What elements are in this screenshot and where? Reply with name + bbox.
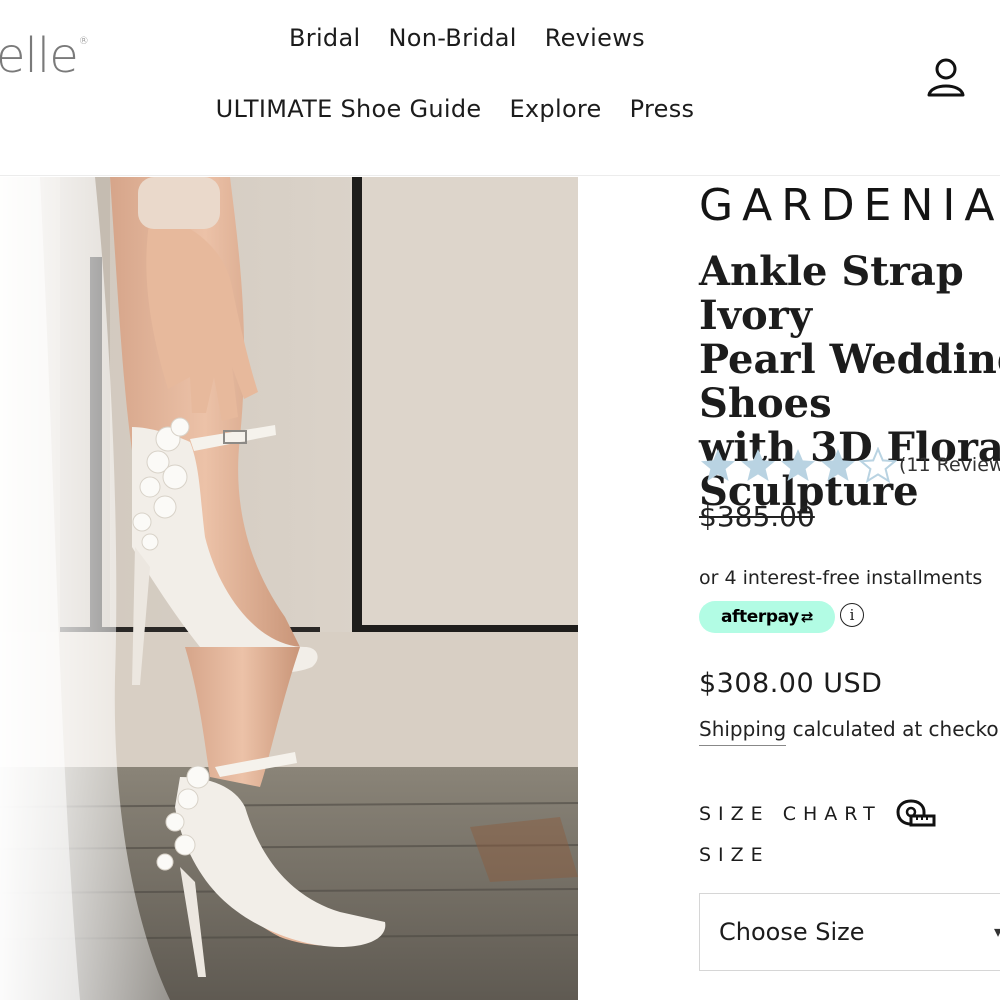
star-filled-icon[interactable] <box>779 447 817 483</box>
info-icon[interactable]: i <box>840 603 864 627</box>
product-brand: GARDENIA <box>699 180 1000 231</box>
nav-link-press[interactable]: Press <box>630 95 695 123</box>
rating-stars[interactable] <box>699 447 897 483</box>
main-nav-primary: Bridal Non-Bridal Reviews <box>0 24 967 52</box>
nav-link-explore[interactable]: Explore <box>509 95 601 123</box>
size-select[interactable]: Choose Size ▾ <box>699 893 1000 971</box>
shipping-link[interactable]: Shipping <box>699 717 787 746</box>
site-header: elle® Bridal Non-Bridal Reviews ULTIMATE… <box>0 0 1000 176</box>
size-select-value: Choose Size <box>719 918 865 946</box>
nav-link-non-bridal[interactable]: Non-Bridal <box>388 24 516 52</box>
star-filled-icon[interactable] <box>699 447 737 483</box>
star-filled-icon[interactable] <box>819 447 857 483</box>
nav-link-shoe-guide[interactable]: ULTIMATE Shoe Guide <box>216 95 482 123</box>
afterpay-label: afterpay <box>720 607 799 627</box>
compare-at-price: $385.00 <box>699 500 815 533</box>
user-icon[interactable] <box>924 55 968 99</box>
shipping-note-text: calculated at checkout <box>786 717 1000 741</box>
measuring-tape-icon <box>896 799 936 827</box>
star-outline-icon[interactable] <box>859 447 897 483</box>
afterpay-logo[interactable]: afterpay ⇄ <box>699 601 835 633</box>
star-filled-icon[interactable] <box>739 447 777 483</box>
info-glyph: i <box>849 606 855 624</box>
shipping-note: Shipping calculated at checkout <box>699 717 1000 746</box>
product-rating[interactable]: (11 Reviews) <box>699 447 1000 483</box>
afterpay-arrows-icon: ⇄ <box>800 608 814 626</box>
size-option-label: SIZE <box>699 844 770 866</box>
product-price: $308.00 USD <box>699 668 883 699</box>
main-nav-secondary: ULTIMATE Shoe Guide Explore Press <box>0 95 955 123</box>
review-count-link[interactable]: (11 Reviews) <box>899 454 1000 476</box>
nav-link-bridal[interactable]: Bridal <box>289 24 360 52</box>
installments-text: or 4 interest-free installments <box>699 567 983 589</box>
size-chart-label: SIZE CHART <box>699 803 882 825</box>
nav-link-reviews[interactable]: Reviews <box>545 24 645 52</box>
size-chart-button[interactable]: SIZE CHART <box>699 798 936 830</box>
product-image[interactable] <box>0 177 578 1000</box>
chevron-down-icon: ▾ <box>994 924 1000 941</box>
